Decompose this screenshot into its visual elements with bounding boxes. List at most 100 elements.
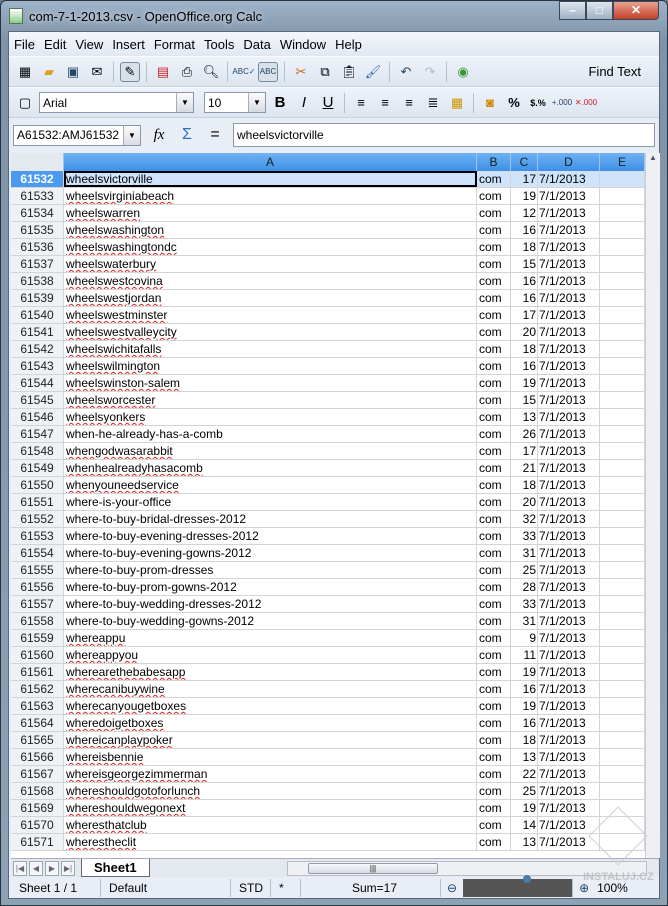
cell-c[interactable]: 9 xyxy=(511,630,538,646)
row-header[interactable]: 61561 xyxy=(11,664,64,680)
cell-a[interactable]: wheelsworcester xyxy=(64,392,477,408)
status-page-style[interactable]: Default xyxy=(101,879,231,897)
cell-b[interactable]: com xyxy=(477,630,511,646)
cell-e[interactable] xyxy=(600,613,645,629)
menu-edit[interactable]: Edit xyxy=(44,37,66,52)
cell-c[interactable]: 16 xyxy=(511,358,538,374)
delete-decimal-icon[interactable]: ✕.000 xyxy=(575,93,597,113)
cell-b[interactable]: com xyxy=(477,579,511,595)
cell-a[interactable]: wheelswichitafalls xyxy=(64,341,477,357)
cell-e[interactable] xyxy=(600,715,645,731)
cell-e[interactable] xyxy=(600,460,645,476)
row-header[interactable]: 61567 xyxy=(11,766,64,782)
cell-c[interactable]: 16 xyxy=(511,222,538,238)
formula-input[interactable]: wheelsvictorville xyxy=(233,123,655,147)
cell-a[interactable]: where-to-buy-bridal-dresses-2012 xyxy=(64,511,477,527)
cell-d[interactable]: 7/1/2013 xyxy=(538,715,600,731)
cell-b[interactable]: com xyxy=(477,494,511,510)
cell-c[interactable]: 18 xyxy=(511,732,538,748)
row-header[interactable]: 61569 xyxy=(11,800,64,816)
cell-e[interactable] xyxy=(600,766,645,782)
cell-b[interactable]: com xyxy=(477,698,511,714)
cell-c[interactable]: 12 xyxy=(511,205,538,221)
cell-c[interactable]: 32 xyxy=(511,511,538,527)
cell-e[interactable] xyxy=(600,273,645,289)
cell-d[interactable]: 7/1/2013 xyxy=(538,392,600,408)
cell-d[interactable]: 7/1/2013 xyxy=(538,494,600,510)
cell-a[interactable]: wheelswilmington xyxy=(64,358,477,374)
align-center-icon[interactable]: ≡ xyxy=(375,93,395,113)
cell-b[interactable]: com xyxy=(477,222,511,238)
chevron-down-icon[interactable]: ▼ xyxy=(248,93,265,112)
cell-b[interactable]: com xyxy=(477,324,511,340)
cell-b[interactable]: com xyxy=(477,596,511,612)
edit-file-icon[interactable]: ✎ xyxy=(120,61,140,82)
styles-icon[interactable]: ▢ xyxy=(15,93,35,113)
minimize-button[interactable]: – xyxy=(559,1,586,20)
row-header[interactable]: 61540 xyxy=(11,307,64,323)
add-decimal-icon[interactable]: +.000 xyxy=(552,93,572,113)
row-header[interactable]: 61551 xyxy=(11,494,64,510)
cell-c[interactable]: 15 xyxy=(511,392,538,408)
cell-e[interactable] xyxy=(600,528,645,544)
cell-b[interactable]: com xyxy=(477,817,511,833)
cell-a[interactable]: whereappyou xyxy=(64,647,477,663)
cell-d[interactable]: 7/1/2013 xyxy=(538,307,600,323)
cell-e[interactable] xyxy=(600,358,645,374)
cell-b[interactable]: com xyxy=(477,392,511,408)
cell-d[interactable]: 7/1/2013 xyxy=(538,783,600,799)
cell-d[interactable]: 7/1/2013 xyxy=(538,358,600,374)
cell-a[interactable]: where-to-buy-wedding-gowns-2012 xyxy=(64,613,477,629)
cell-e[interactable] xyxy=(600,494,645,510)
row-header[interactable]: 61562 xyxy=(11,681,64,697)
cell-b[interactable]: com xyxy=(477,783,511,799)
column-header-c[interactable]: C xyxy=(511,153,538,171)
cell-c[interactable]: 33 xyxy=(511,528,538,544)
cell-d[interactable]: 7/1/2013 xyxy=(538,409,600,425)
cell-b[interactable]: com xyxy=(477,205,511,221)
row-header[interactable]: 61570 xyxy=(11,817,64,833)
cell-e[interactable] xyxy=(600,562,645,578)
cell-e[interactable] xyxy=(600,188,645,204)
cell-d[interactable]: 7/1/2013 xyxy=(538,324,600,340)
spellcheck-icon[interactable]: ABC✓ xyxy=(232,62,255,82)
cell-e[interactable] xyxy=(600,664,645,680)
cell-e[interactable] xyxy=(600,205,645,221)
cell-b[interactable]: com xyxy=(477,171,511,187)
print-icon[interactable]: ⎙ xyxy=(177,62,197,82)
cell-e[interactable] xyxy=(600,647,645,663)
cell-a[interactable]: whereisgeorgezimmerman xyxy=(64,766,477,782)
row-header[interactable]: 61536 xyxy=(11,239,64,255)
cell-d[interactable]: 7/1/2013 xyxy=(538,749,600,765)
row-header[interactable]: 61571 xyxy=(11,834,64,850)
cell-b[interactable]: com xyxy=(477,460,511,476)
cell-c[interactable]: 25 xyxy=(511,562,538,578)
cell-b[interactable]: com xyxy=(477,766,511,782)
row-header[interactable]: 61557 xyxy=(11,596,64,612)
cell-a[interactable]: whenhealreadyhasacomb xyxy=(64,460,477,476)
cell-a[interactable]: where-to-buy-evening-gowns-2012 xyxy=(64,545,477,561)
row-header[interactable]: 61566 xyxy=(11,749,64,765)
cell-d[interactable]: 7/1/2013 xyxy=(538,596,600,612)
undo-icon[interactable]: ↶ xyxy=(396,62,416,82)
cell-b[interactable]: com xyxy=(477,545,511,561)
cell-b[interactable]: com xyxy=(477,681,511,697)
chevron-down-icon[interactable]: ▼ xyxy=(123,125,140,145)
cell-e[interactable] xyxy=(600,443,645,459)
find-text-label[interactable]: Find Text xyxy=(588,64,641,79)
cell-d[interactable]: 7/1/2013 xyxy=(538,732,600,748)
column-header-d[interactable]: D xyxy=(538,153,600,171)
cell-e[interactable] xyxy=(600,698,645,714)
row-header[interactable]: 61553 xyxy=(11,528,64,544)
cell-d[interactable]: 7/1/2013 xyxy=(538,545,600,561)
cell-c[interactable]: 19 xyxy=(511,375,538,391)
cell-a[interactable]: wheelswashington xyxy=(64,222,477,238)
align-left-icon[interactable]: ≡ xyxy=(351,93,371,113)
cell-b[interactable]: com xyxy=(477,290,511,306)
cell-a[interactable]: whereshouldwegonext xyxy=(64,800,477,816)
column-header-b[interactable]: B xyxy=(477,153,511,171)
cell-b[interactable]: com xyxy=(477,528,511,544)
copy-icon[interactable]: ⧉ xyxy=(315,62,335,82)
row-header[interactable]: 61541 xyxy=(11,324,64,340)
cell-c[interactable]: 18 xyxy=(511,341,538,357)
